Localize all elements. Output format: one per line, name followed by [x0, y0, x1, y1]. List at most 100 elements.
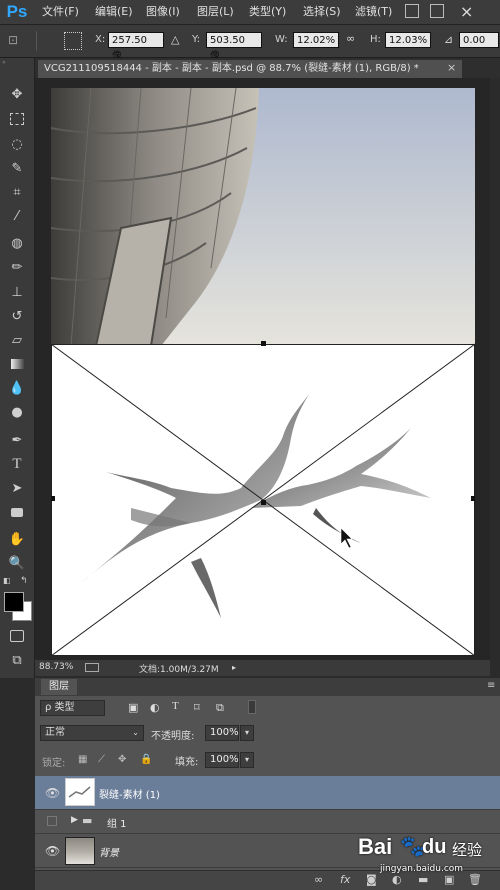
layer-name[interactable]: 裂缝-素材 (1) — [99, 786, 160, 801]
zoom-tool-icon[interactable]: 🔍 — [7, 553, 27, 573]
watermark-brand: Bai — [358, 834, 393, 859]
panel-menu-icon[interactable]: ≡ — [487, 680, 495, 691]
close-icon[interactable]: × — [460, 2, 473, 21]
filter-type-icon[interactable]: T — [172, 700, 179, 712]
crop-tool-icon[interactable]: ⌗ — [7, 182, 27, 202]
filter-adjustment-icon[interactable]: ◐ — [150, 701, 160, 714]
menu-select[interactable]: 选择(S) — [303, 0, 341, 24]
handle-right[interactable] — [471, 496, 475, 501]
eyedropper-tool-icon[interactable]: ⁄ — [7, 206, 27, 226]
handle-left[interactable] — [51, 496, 55, 501]
toolbar-grip[interactable]: « — [2, 60, 32, 66]
clone-stamp-tool-icon[interactable]: ⊥ — [7, 282, 27, 302]
opacity-slider-arrow-icon[interactable]: ▾ — [240, 725, 254, 741]
opacity-label: 不透明度: — [151, 731, 195, 742]
fill-field[interactable]: 100% — [205, 752, 239, 768]
zoom-level[interactable]: 88.73% — [39, 662, 73, 672]
menu-edit[interactable]: 编辑(E) — [95, 0, 133, 24]
watermark-brand-2: du — [422, 836, 447, 858]
layer-filter-dropdown[interactable]: ρ 类型 — [40, 700, 105, 716]
expand-arrow-icon[interactable]: ▶ — [71, 815, 78, 825]
document-canvas[interactable] — [51, 88, 475, 656]
lasso-tool-icon[interactable]: ◌ — [7, 134, 27, 154]
move-tool-icon[interactable]: ✥ — [7, 84, 27, 104]
menu-image[interactable]: 图像(I) — [146, 0, 180, 24]
lock-position-icon[interactable]: ✥ — [118, 754, 126, 765]
fill-slider-arrow-icon[interactable]: ▾ — [240, 752, 254, 768]
gradient-tool-icon[interactable] — [7, 354, 27, 374]
default-colors-icon[interactable]: ◧ — [3, 576, 11, 585]
watermark-sub: 经验 — [452, 841, 483, 859]
filter-toggle[interactable] — [248, 700, 256, 714]
h-field[interactable]: 12.03% — [385, 32, 431, 48]
layer-name[interactable]: 背景 — [99, 844, 119, 859]
folder-icon: ▬ — [82, 814, 93, 827]
lock-image-icon[interactable]: ⟋ — [98, 754, 105, 765]
handle-top[interactable] — [261, 341, 266, 346]
marquee-tool-icon[interactable] — [7, 109, 27, 129]
options-bar: ⊡ X: 257.50 像 △ Y: 503.50 像 W: 12.02% ∞ … — [0, 25, 500, 62]
type-tool-icon[interactable]: T — [7, 454, 27, 474]
handle-center — [261, 500, 266, 505]
filter-smart-object-icon[interactable]: ⧉ — [216, 701, 224, 715]
layer-thumbnail — [65, 778, 95, 806]
transform-tool-icon[interactable]: ⊡ — [8, 33, 18, 47]
visibility-empty-icon[interactable] — [47, 816, 57, 826]
watermark-url: jingyan.baidu.com — [380, 864, 464, 874]
blur-tool-icon[interactable]: 💧 — [7, 378, 27, 398]
pen-tool-icon[interactable]: ✒ — [7, 430, 27, 450]
menu-bar: Ps 文件(F) 编辑(E) 图像(I) 图层(L) 类型(Y) 选择(S) 滤… — [0, 0, 500, 25]
tab-layers[interactable]: 图层 — [41, 679, 77, 695]
link-icon[interactable]: ∞ — [346, 32, 355, 45]
x-field[interactable]: 257.50 像 — [108, 32, 164, 62]
y-label: Y: — [192, 34, 201, 45]
foreground-color-swatch[interactable] — [4, 592, 24, 612]
layer-row-group-1[interactable]: ▶ ▬ 组 1 — [35, 810, 500, 834]
rectangle-tool-icon[interactable] — [7, 502, 27, 522]
angle-field[interactable]: 0.00 — [459, 32, 499, 48]
menu-filter[interactable]: 滤镜(T) — [355, 0, 392, 24]
dodge-tool-icon[interactable]: ● — [7, 402, 27, 422]
reference-point-icon[interactable] — [64, 32, 82, 50]
lock-all-icon[interactable]: 🔒 — [140, 754, 152, 765]
minimize-icon[interactable] — [405, 4, 419, 18]
tools-panel: « ✥ ◌ ✎ ⌗ ⁄ ◍ ✏ ⊥ ↺ ▱ 💧 ● ✒ T ➤ ✋ 🔍 ◧ ↰ … — [0, 58, 35, 678]
quick-mask-icon[interactable] — [7, 626, 27, 646]
y-field[interactable]: 503.50 像 — [206, 32, 262, 62]
w-field[interactable]: 12.02% — [293, 32, 339, 48]
menu-type[interactable]: 类型(Y) — [249, 0, 286, 24]
layer-style-icon[interactable]: fx — [340, 873, 350, 886]
path-selection-tool-icon[interactable]: ➤ — [7, 478, 27, 498]
swap-colors-icon[interactable]: ↰ — [20, 576, 28, 586]
link-layers-icon[interactable]: ∞ — [314, 873, 323, 886]
visibility-eye-icon[interactable]: 👁 — [45, 844, 60, 858]
brush-tool-icon[interactable]: ✏ — [7, 257, 27, 277]
canvas-image — [51, 88, 475, 656]
menu-file[interactable]: 文件(F) — [42, 0, 79, 24]
visibility-eye-icon[interactable]: 👁 — [45, 786, 60, 800]
close-document-icon[interactable]: × — [447, 61, 456, 74]
document-tab[interactable]: VCG211109518444 - 副本 - 副本 - 副本.psd @ 88.… — [38, 60, 462, 78]
document-size: 文档:1.00M/3.27M — [139, 665, 219, 675]
layer-row-crack-material[interactable]: 👁 裂缝-素材 (1) — [35, 776, 500, 810]
blend-mode-dropdown[interactable]: 正常 ⌄ — [40, 725, 144, 741]
filter-pixel-icon[interactable]: ▣ — [128, 701, 138, 714]
layer-name[interactable]: 组 1 — [107, 815, 127, 830]
quick-selection-tool-icon[interactable]: ✎ — [7, 158, 27, 178]
opacity-field[interactable]: 100% — [205, 725, 239, 741]
filter-shape-icon[interactable]: ⌑ — [194, 701, 200, 714]
status-bar: 88.73% 文档:1.00M/3.27M ▸ — [35, 660, 490, 676]
relative-position-icon[interactable]: △ — [171, 33, 179, 46]
eraser-tool-icon[interactable]: ▱ — [7, 330, 27, 350]
status-icon[interactable] — [85, 663, 99, 672]
lock-transparent-icon[interactable]: ▦ — [78, 754, 87, 765]
photoshop-logo: Ps — [6, 2, 28, 21]
layer-thumbnail — [65, 837, 95, 865]
restore-icon[interactable] — [430, 4, 444, 18]
hand-tool-icon[interactable]: ✋ — [7, 529, 27, 549]
menu-layer[interactable]: 图层(L) — [197, 0, 234, 24]
healing-brush-tool-icon[interactable]: ◍ — [7, 233, 27, 253]
screen-mode-icon[interactable]: ⧉ — [7, 650, 27, 670]
history-brush-tool-icon[interactable]: ↺ — [7, 306, 27, 326]
status-menu-arrow-icon[interactable]: ▸ — [232, 663, 236, 672]
